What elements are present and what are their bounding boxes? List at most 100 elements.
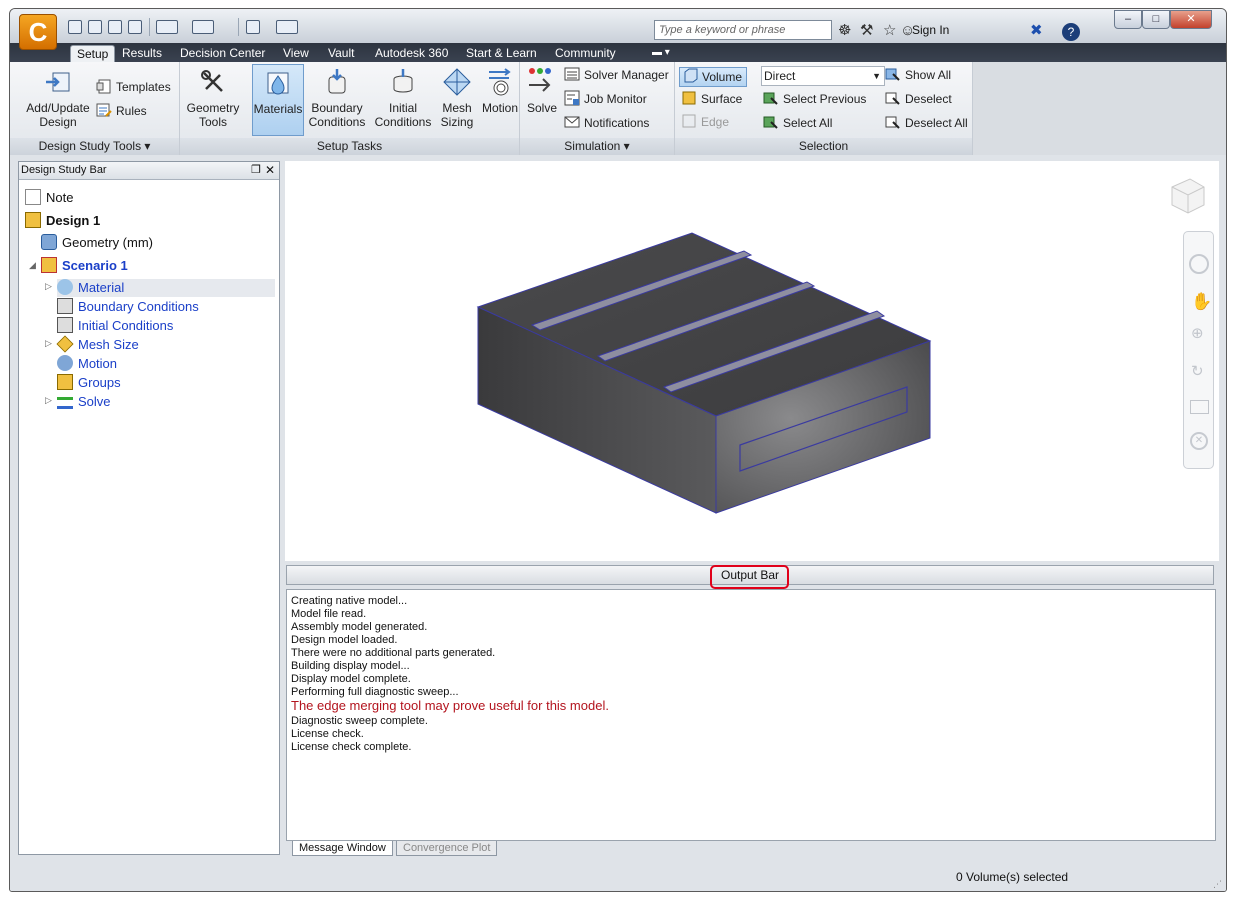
undock-icon[interactable]: ❐ [251,162,261,179]
close-button[interactable]: ✕ [1170,10,1212,29]
view-tool-icon[interactable] [192,20,214,34]
note-icon [25,189,41,205]
ribbon-tabs: Setup Results Decision Center View Vault… [10,43,1226,62]
help-icon[interactable]: ? [1062,23,1080,41]
tab-decision-center[interactable]: Decision Center [174,45,271,62]
tree-item-boundary-conditions[interactable]: Boundary Conditions [57,298,199,316]
open-folder-icon[interactable] [88,20,102,34]
tree-item-scenario-1[interactable]: Scenario 1 [41,257,128,275]
solver-manager-button[interactable]: Solver Manager [564,66,669,86]
tab-setup[interactable]: Setup [70,45,116,62]
materials-button[interactable]: Materials [252,64,304,136]
star-icon[interactable]: ☆ [883,21,896,39]
tab-results[interactable]: Results [116,45,168,62]
save-all-icon[interactable] [128,20,142,34]
materials-icon [267,72,289,95]
selection-mode-select[interactable]: Direct ▼ [761,66,885,86]
resize-grip-icon[interactable]: ⋰ [1213,879,1222,890]
solve-button[interactable]: Solve [524,64,560,136]
exchange-icon[interactable]: ✖ [1030,21,1043,39]
job-monitor-label: Job Monitor [584,92,647,106]
customize-icon[interactable] [276,20,298,34]
show-all-button[interactable]: Show All [885,66,951,86]
view-cube-icon[interactable] [1166,173,1210,217]
pan-hand-icon[interactable]: ✋ [1191,292,1212,312]
tree-item-geometry[interactable]: Geometry (mm) [41,234,153,252]
tab-view[interactable]: View [277,45,315,62]
tree-item-note[interactable]: Note [25,189,73,207]
message-line: Creating native model... [291,595,408,607]
templates-label: Templates [116,80,171,94]
boundary-conditions-button[interactable]: Boundary Conditions [308,64,366,136]
templates-button[interactable]: Templates [96,78,171,98]
deselect-all-button[interactable]: Deselect All [885,114,968,134]
tree-item-groups[interactable]: Groups [57,374,121,392]
look-at-icon[interactable] [1190,400,1209,414]
notifications-button[interactable]: Notifications [564,114,649,134]
tab-message-window[interactable]: Message Window [292,841,393,856]
job-monitor-button[interactable]: Job Monitor [564,90,647,110]
panel-label-simulation[interactable]: Simulation ▾ [520,138,674,155]
design-study-bar: Design Study Bar ❐ ✕ Note Design 1 Geome… [18,161,280,855]
tree-item-initial-conditions[interactable]: Initial Conditions [57,317,173,335]
close-panel-icon[interactable]: ✕ [265,162,275,179]
tab-community[interactable]: Community [549,45,622,62]
notifications-label: Notifications [584,116,650,130]
tree-item-mesh-size[interactable]: Mesh Size [56,335,139,354]
tree-item-solve[interactable]: Solve [57,393,111,411]
deselect-button[interactable]: Deselect [885,90,952,110]
edge-icon [682,114,696,128]
3d-model-view[interactable] [285,161,1219,561]
collapse-arrow-icon[interactable]: ▷ [45,281,52,292]
app-logo[interactable]: C [19,14,57,50]
search-input[interactable]: Type a keyword or phrase [654,20,832,40]
deselect-all-label: Deselect All [905,116,968,130]
steering-wheel-icon[interactable] [1189,254,1209,274]
select-previous-button[interactable]: Select Previous [763,90,866,110]
select-all-button[interactable]: Select All [763,114,832,134]
graphics-viewport[interactable] [285,161,1219,561]
tab-autodesk-360[interactable]: Autodesk 360 [369,45,454,62]
select-tool-icon[interactable] [156,20,178,34]
tree-item-motion[interactable]: Motion [57,355,117,373]
expand-arrow-icon[interactable]: ◢ [29,260,36,271]
geometry-tools-label: Geometry Tools [186,101,240,129]
maximize-button[interactable]: □ [1142,10,1170,29]
geometry-tools-button[interactable]: Geometry Tools [184,64,242,136]
add-update-design-button[interactable]: Add/Update Design [22,64,94,136]
mesh-sizing-button[interactable]: Mesh Sizing [436,64,478,136]
rules-button[interactable]: Rules [96,102,147,122]
full-navigation-wheel-icon[interactable]: ✕ [1190,432,1208,450]
ribbon-options-icon[interactable]: ▬ ▾ [646,45,676,62]
collapse-arrow-icon[interactable]: ▷ [45,338,52,349]
wrench-icon[interactable]: ⚒ [860,21,873,39]
tab-convergence-plot[interactable]: Convergence Plot [396,841,498,856]
surface-button[interactable]: Surface [681,90,742,110]
layout-icon[interactable] [246,20,260,34]
new-file-icon[interactable] [68,20,82,34]
tab-vault[interactable]: Vault [322,45,360,62]
binoculars-icon[interactable]: ☸ [838,21,851,39]
minimize-button[interactable]: – [1114,10,1142,29]
orbit-icon[interactable]: ↻ [1191,362,1204,380]
tree-item-design-1[interactable]: Design 1 [25,212,100,230]
message-line: License check complete. [291,741,412,753]
select-all-label: Select All [783,116,833,130]
message-line: License check. [291,728,364,740]
volume-icon [684,68,698,83]
zoom-icon[interactable]: ⊕ [1191,324,1204,342]
initial-conditions-button[interactable]: Initial Conditions [372,64,434,136]
status-bar: 0 Volume(s) selected ⋰ [10,857,1226,891]
volume-button[interactable]: Volume [679,67,747,87]
scenario-icon [41,257,57,273]
edge-button[interactable]: Edge [681,113,729,133]
mesh-size-icon [56,335,74,353]
tab-start-learn[interactable]: Start & Learn [460,45,543,62]
motion-button[interactable]: Motion [480,64,520,136]
save-icon[interactable] [108,20,122,34]
collapse-arrow-icon[interactable]: ▷ [45,395,52,406]
tree-item-material[interactable]: Material [57,279,275,297]
panel-label-design-study-tools[interactable]: Design Study Tools ▾ [10,138,179,155]
navigation-bar: ✋ ⊕ ↻ ✕ [1183,231,1214,469]
sign-in-link[interactable]: Sign In [912,23,949,37]
